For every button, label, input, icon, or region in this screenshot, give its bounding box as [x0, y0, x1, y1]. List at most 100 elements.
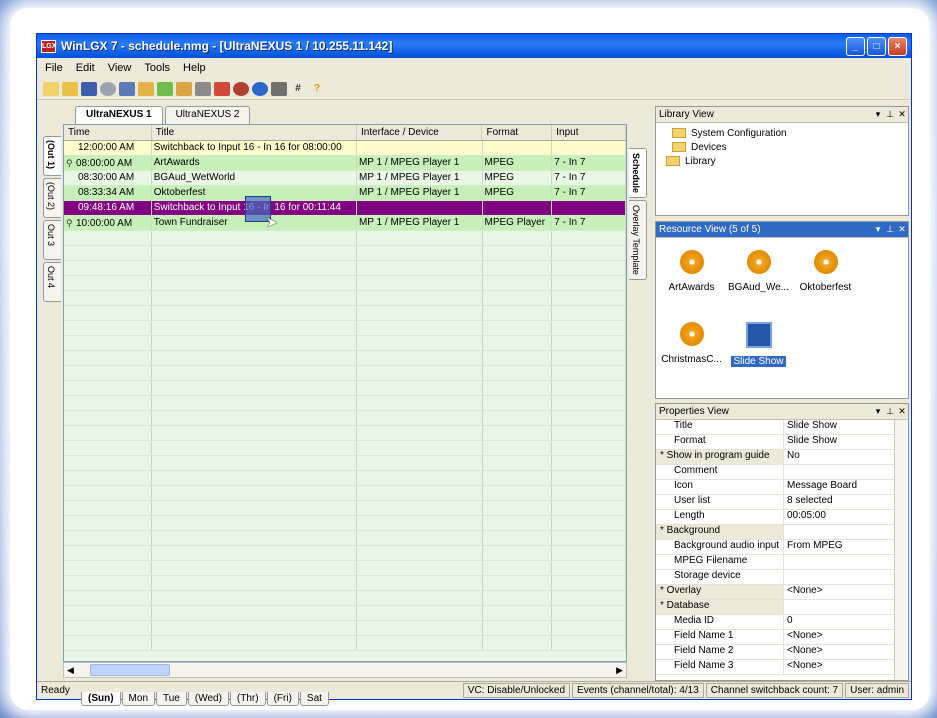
title-bar[interactable]: LGX WinLGX 7 - schedule.nmg - [UltraNEXU…	[37, 34, 911, 58]
scroll-right-icon[interactable]: ▶	[616, 665, 626, 676]
open-icon[interactable]	[62, 81, 78, 96]
table-row[interactable]: 12:00:00 AM Switchback to Input 16 - In …	[64, 141, 626, 156]
network-icon[interactable]	[233, 81, 249, 96]
menu-file[interactable]: File	[45, 62, 63, 74]
property-value[interactable]	[784, 465, 894, 479]
vertical-scrollbar[interactable]	[894, 420, 908, 680]
tab-ultranexus-1[interactable]: UltraNEXUS 1	[75, 106, 163, 124]
tab-out-1[interactable]: (Out 1)	[43, 136, 61, 176]
hash-icon[interactable]: #	[290, 82, 306, 96]
table-row[interactable]: ⚲ 10:00:00 AM Town Fundraiser MP 1 / MPEG…	[64, 216, 626, 231]
pin-icon[interactable]: ⊥	[884, 406, 896, 417]
property-value[interactable]: 0	[784, 615, 894, 629]
globe-icon[interactable]	[252, 81, 268, 96]
table-row[interactable]: ⚲ 08:00:00 AM ArtAwards MP 1 / MPEG Playe…	[64, 156, 626, 171]
property-value[interactable]: <None>	[784, 660, 894, 674]
help-icon[interactable]: ?	[309, 82, 325, 96]
property-row[interactable]: User list 8 selected	[656, 495, 894, 510]
table-row-selected[interactable]: 09:48:16 AM Switchback to Input 16 - In …	[64, 201, 626, 216]
property-row[interactable]: Comment	[656, 465, 894, 480]
dropdown-icon[interactable]: ▾	[872, 224, 884, 235]
property-value[interactable]	[784, 525, 894, 539]
tab-overlay-template[interactable]: Overlay Template	[629, 200, 647, 280]
property-value[interactable]	[784, 600, 894, 614]
property-row[interactable]: Field Name 3 <None>	[656, 660, 894, 675]
col-interface[interactable]: Interface / Device	[357, 125, 483, 140]
save-icon[interactable]	[81, 81, 97, 96]
col-title[interactable]: Title	[152, 125, 357, 140]
property-value[interactable]: 8 selected	[784, 495, 894, 509]
scroll-thumb[interactable]	[89, 664, 170, 676]
col-input[interactable]: Input	[552, 125, 626, 140]
property-row[interactable]: * Overlay <None>	[656, 585, 894, 600]
property-row[interactable]: Icon Message Board	[656, 480, 894, 495]
export-icon[interactable]	[138, 81, 154, 96]
close-icon[interactable]: ✕	[896, 109, 908, 120]
property-row[interactable]: Field Name 1 <None>	[656, 630, 894, 645]
property-value[interactable]: Message Board	[784, 480, 894, 494]
property-row[interactable]: * Background	[656, 525, 894, 540]
maximize-button[interactable]: □	[867, 36, 886, 56]
resource-item-selected[interactable]: Slide Show	[725, 318, 792, 390]
menu-tools[interactable]: Tools	[144, 62, 170, 74]
menu-edit[interactable]: Edit	[76, 62, 95, 74]
import-icon[interactable]	[157, 81, 173, 96]
resource-item[interactable]: Oktoberfest	[792, 246, 859, 318]
dropdown-icon[interactable]: ▾	[872, 109, 884, 120]
tree-devices[interactable]: Devices	[656, 140, 908, 154]
table-row[interactable]: 08:30:00 AM BGAud_WetWorld MP 1 / MPEG P…	[64, 171, 626, 186]
property-value[interactable]: No	[784, 450, 894, 464]
tab-out-3[interactable]: Out 3	[43, 220, 61, 260]
print-icon[interactable]	[271, 81, 287, 96]
resource-item[interactable]: ChristmasC...	[658, 318, 725, 390]
property-row[interactable]: Media ID 0	[656, 615, 894, 630]
property-value[interactable]: Slide Show	[784, 435, 894, 449]
property-value[interactable]	[784, 555, 894, 569]
tab-ultranexus-2[interactable]: UltraNEXUS 2	[164, 106, 251, 124]
property-value[interactable]: <None>	[784, 585, 894, 599]
property-value[interactable]: 00:05:00	[784, 510, 894, 524]
delete-icon[interactable]	[214, 81, 230, 96]
col-format[interactable]: Format	[482, 125, 553, 140]
tree-system-configuration[interactable]: System Configuration	[656, 126, 908, 140]
resource-item[interactable]: BGAud_We...	[725, 246, 792, 318]
property-row[interactable]: MPEG Filename	[656, 555, 894, 570]
property-row[interactable]: Length 00:05:00	[656, 510, 894, 525]
tree-library[interactable]: Library	[656, 154, 908, 168]
monitor-icon[interactable]	[119, 81, 135, 96]
property-row[interactable]: Field Name 2 <None>	[656, 645, 894, 660]
pin-icon[interactable]: ⊥	[884, 224, 896, 235]
property-row[interactable]: Storage device	[656, 570, 894, 585]
menu-view[interactable]: View	[108, 62, 132, 74]
tab-schedule[interactable]: Schedule	[629, 148, 647, 199]
device-icon[interactable]	[195, 81, 211, 96]
pin-icon[interactable]: ⊥	[884, 109, 896, 120]
property-value[interactable]: <None>	[784, 630, 894, 644]
horizontal-scrollbar[interactable]: ◀ ▶	[63, 662, 627, 678]
dropdown-icon[interactable]: ▾	[872, 406, 884, 417]
menu-help[interactable]: Help	[183, 62, 206, 74]
disc-icon[interactable]	[100, 81, 116, 96]
property-value[interactable]: Slide Show	[784, 420, 894, 434]
property-value[interactable]: <None>	[784, 645, 894, 659]
property-value[interactable]	[784, 570, 894, 584]
new-folder-icon[interactable]	[43, 81, 59, 96]
table-row[interactable]: 08:33:34 AM Oktoberfest MP 1 / MPEG Play…	[64, 186, 626, 201]
col-time[interactable]: Time	[64, 125, 152, 140]
property-row[interactable]: * Show in program guide No	[656, 450, 894, 465]
tab-out-4[interactable]: Out 4	[43, 262, 61, 302]
property-row[interactable]: Title Slide Show	[656, 420, 894, 435]
tab-out-2[interactable]: (Out 2)	[43, 178, 61, 218]
scroll-left-icon[interactable]: ◀	[64, 665, 74, 676]
property-row[interactable]: * Database	[656, 600, 894, 615]
resource-item[interactable]: ArtAwards	[658, 246, 725, 318]
property-row[interactable]: Background audio input From MPEG	[656, 540, 894, 555]
close-icon[interactable]: ✕	[896, 224, 908, 235]
property-value[interactable]: From MPEG	[784, 540, 894, 554]
close-icon[interactable]: ✕	[896, 406, 908, 417]
refresh-icon[interactable]	[176, 81, 192, 96]
close-button[interactable]: ×	[888, 36, 907, 56]
schedule-grid[interactable]: Time Title Interface / Device Format Inp…	[63, 124, 627, 662]
minimize-button[interactable]: _	[846, 36, 865, 56]
property-row[interactable]: Format Slide Show	[656, 435, 894, 450]
